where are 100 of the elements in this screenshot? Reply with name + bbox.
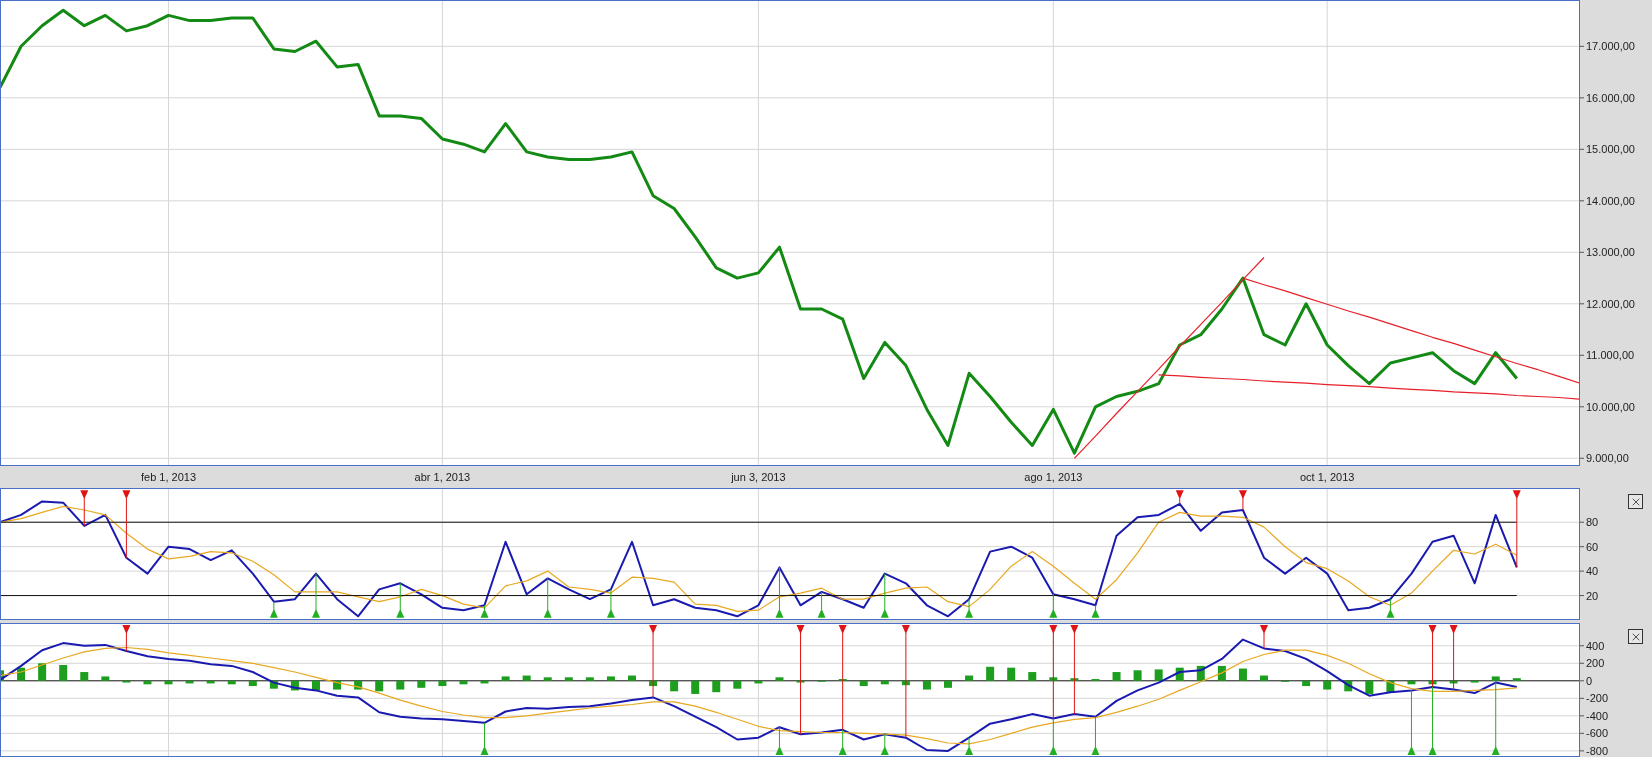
histogram-bar	[417, 680, 426, 688]
histogram-bar	[1070, 678, 1079, 681]
sell-signal-marker	[80, 490, 89, 527]
axis-tick-label: 16.000,00	[1586, 91, 1635, 104]
histogram-bar	[59, 665, 68, 681]
sell-signal-marker	[1175, 490, 1184, 505]
buy-signal-marker	[1386, 598, 1395, 618]
histogram-bar	[1154, 669, 1163, 681]
buy-signal-marker	[1049, 717, 1058, 755]
buy-signal-marker	[880, 733, 889, 755]
histogram-bar	[901, 680, 910, 686]
histogram-bar	[775, 677, 784, 681]
histogram-bar	[543, 677, 552, 681]
histogram-bar	[649, 680, 658, 687]
histogram-bar	[1133, 670, 1142, 681]
axis-tick-label: 13.000,00	[1586, 246, 1635, 259]
axis-tick-label: -600	[1586, 727, 1609, 740]
histogram-bar	[17, 667, 26, 681]
histogram-bar	[206, 680, 215, 684]
close-button[interactable]	[1628, 629, 1643, 644]
buy-signal-marker	[480, 722, 489, 755]
buy-signal-marker	[838, 729, 847, 755]
histogram-bar	[1260, 675, 1268, 681]
sell-signal-marker	[1238, 490, 1247, 511]
histogram-bar	[1470, 680, 1479, 683]
histogram-bar	[1217, 665, 1226, 681]
histogram-bar	[1, 670, 4, 681]
histogram-bar	[1428, 680, 1437, 685]
histogram-bar	[733, 680, 742, 689]
histogram-bar	[333, 680, 342, 690]
sell-signal-marker	[1428, 625, 1437, 688]
axis-tick-label: 17.000,00	[1586, 40, 1635, 53]
histogram-bar	[859, 680, 868, 687]
buy-signal-marker	[965, 598, 974, 618]
axis-tick-label: 12.000,00	[1586, 297, 1635, 310]
histogram-bar	[1449, 680, 1458, 684]
axis-tick-label: 400	[1586, 639, 1605, 652]
histogram-bar	[290, 680, 299, 691]
histogram-bar	[1238, 668, 1247, 681]
histogram-bar	[248, 680, 257, 687]
axis-tick-label: 200	[1586, 657, 1605, 670]
buy-signal-marker	[1407, 689, 1416, 755]
axis-tick-label: -400	[1586, 709, 1609, 722]
histogram-bar	[1196, 665, 1205, 681]
histogram-bar	[965, 675, 974, 681]
buy-signal-marker	[1428, 686, 1437, 755]
date-label: feb 1, 2013	[141, 471, 197, 483]
buy-signal-marker	[606, 588, 615, 618]
axis-tick-label: 14.000,00	[1586, 194, 1635, 207]
axis-tick-label: 80	[1586, 516, 1599, 529]
sell-signal-marker	[1260, 625, 1268, 649]
histogram-bar	[944, 680, 952, 688]
buy-signal-marker	[312, 573, 320, 618]
histogram-bar	[501, 676, 510, 681]
buy-signal-marker	[1091, 604, 1100, 618]
histogram-bar	[143, 680, 152, 685]
histogram-bar	[459, 680, 468, 685]
histogram-bar	[354, 680, 363, 690]
histogram-bar	[375, 680, 384, 692]
buy-signal-marker	[1049, 593, 1058, 618]
buy-signal-marker	[1091, 716, 1100, 755]
histogram-bar	[1302, 680, 1311, 687]
axis-tick-label: 11.000,00	[1586, 349, 1635, 362]
histogram-bar	[1386, 680, 1395, 693]
histogram-bar	[1112, 672, 1121, 681]
histogram-bar	[185, 680, 194, 684]
axis-tick-label: 9.000,00	[1586, 452, 1629, 465]
axis-tick-label: -200	[1586, 692, 1609, 705]
buy-signal-marker	[775, 566, 784, 618]
histogram-bar	[670, 680, 679, 692]
histogram-bar	[712, 680, 721, 693]
date-label: abr 1, 2013	[414, 471, 471, 483]
histogram-bar	[1407, 680, 1416, 685]
histogram-bar	[691, 680, 700, 694]
buy-signal-marker	[480, 604, 489, 618]
buy-signal-marker	[269, 601, 278, 618]
histogram-bar	[754, 680, 763, 684]
histogram-bar	[564, 677, 573, 681]
histogram-bar	[38, 663, 47, 681]
histogram-bar	[1028, 672, 1037, 681]
axis-tick-label: 15.000,00	[1586, 143, 1635, 156]
buy-signal-marker	[775, 726, 784, 755]
date-label: jun 3, 2013	[731, 471, 786, 483]
axis-tick-label: 60	[1586, 540, 1599, 553]
histogram-bar	[1007, 667, 1016, 681]
date-label: oct 1, 2013	[1300, 471, 1355, 483]
histogram-bar	[480, 680, 489, 684]
histogram-bar	[80, 672, 89, 681]
histogram-bar	[922, 680, 931, 690]
histogram-bar	[606, 676, 615, 681]
histogram-bar	[628, 675, 636, 681]
histogram-bar	[1049, 677, 1058, 681]
histogram-bar	[122, 680, 131, 683]
histogram-bar	[227, 680, 236, 685]
histogram-bar	[796, 680, 805, 683]
histogram-bar	[396, 680, 405, 690]
close-button[interactable]	[1628, 494, 1643, 509]
histogram-bar	[164, 680, 173, 685]
histogram-bar	[522, 675, 531, 681]
histogram-bar	[269, 680, 278, 689]
